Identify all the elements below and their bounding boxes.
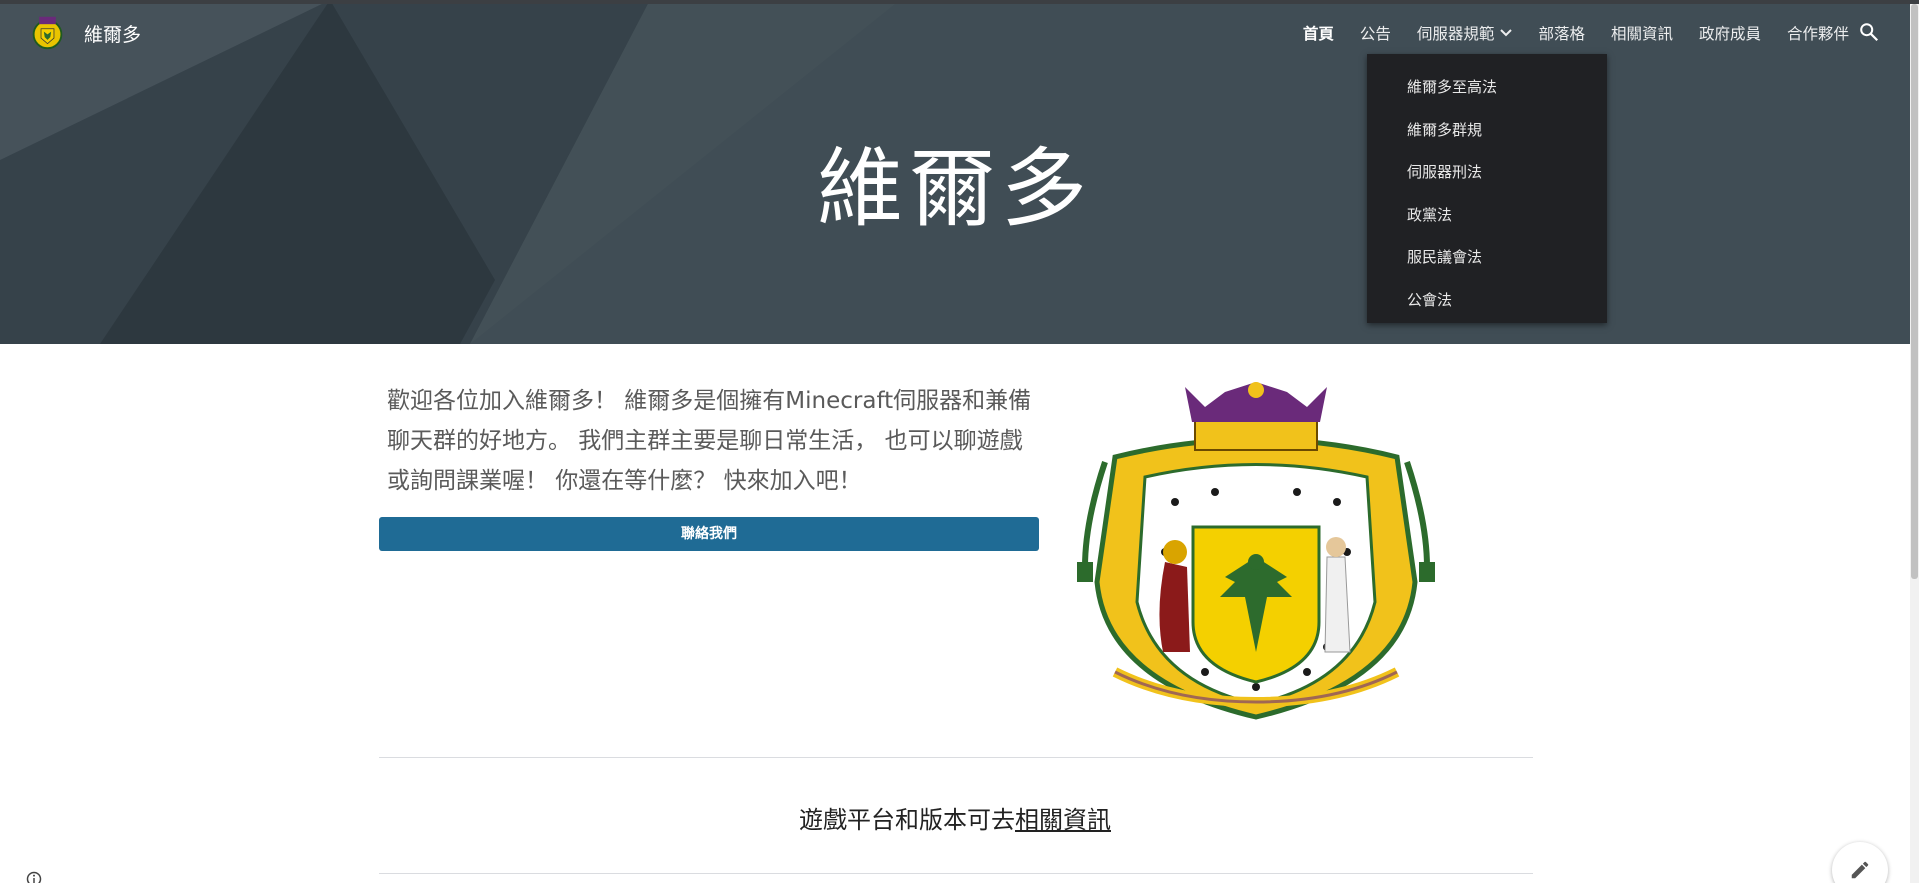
coat-of-arms-image bbox=[1077, 382, 1435, 720]
section-divider-bottom bbox=[379, 873, 1533, 874]
scrollbar-thumb[interactable] bbox=[1911, 4, 1918, 579]
site-name[interactable]: 維爾多 bbox=[84, 20, 141, 47]
intro-text: 歡迎各位加入維爾多！ 維爾多是個擁有Minecraft伺服器和兼備聊天群的好地方… bbox=[387, 388, 1032, 494]
hero-title: 維爾多 bbox=[817, 139, 1093, 239]
nav-item-home[interactable]: 首頁 bbox=[1290, 22, 1347, 44]
browser-top-border bbox=[0, 0, 1919, 4]
dropdown-item-criminal-law[interactable]: 伺服器刑法 bbox=[1367, 151, 1607, 194]
dropdown-item-group-rules[interactable]: 維爾多群規 bbox=[1367, 109, 1607, 152]
nav-item-announcements[interactable]: 公告 bbox=[1347, 22, 1404, 44]
nav-item-label: 首頁 bbox=[1302, 25, 1334, 43]
nav-item-government[interactable]: 政府成員 bbox=[1686, 22, 1774, 44]
pencil-icon bbox=[1851, 861, 1869, 879]
nav-item-related-info[interactable]: 相關資訊 bbox=[1598, 22, 1686, 44]
dropdown-item-assembly-law[interactable]: 服民議會法 bbox=[1367, 236, 1607, 279]
nav-item-server-rules[interactable]: 伺服器規範 bbox=[1404, 22, 1526, 44]
server-rules-dropdown: 維爾多至高法 維爾多群規 伺服器刑法 政黨法 服民議會法 公會法 bbox=[1367, 54, 1607, 323]
related-info-link[interactable]: 相關資訊 bbox=[1015, 806, 1111, 834]
search-icon[interactable] bbox=[1858, 21, 1880, 43]
top-navigation: 維爾多 首頁 公告 伺服器規範 部落格 相關資訊 政府成員 合作夥伴 bbox=[0, 4, 1910, 62]
nav-menu: 首頁 公告 伺服器規範 部落格 相關資訊 政府成員 合作夥伴 bbox=[1290, 22, 1862, 44]
section-divider bbox=[379, 757, 1533, 758]
nav-item-blog[interactable]: 部落格 bbox=[1525, 22, 1598, 44]
dropdown-item-supreme-law[interactable]: 維爾多至高法 bbox=[1367, 66, 1607, 109]
dropdown-item-party-law[interactable]: 政黨法 bbox=[1367, 194, 1607, 237]
nav-item-label: 政府成員 bbox=[1698, 25, 1761, 43]
chevron-down-icon bbox=[1500, 29, 1513, 37]
platform-info-line: 遊戲平台和版本可去相關資訊 bbox=[0, 800, 1910, 835]
nav-item-label: 伺服器規範 bbox=[1416, 25, 1495, 43]
dropdown-item-guild-law[interactable]: 公會法 bbox=[1367, 279, 1607, 322]
info-icon[interactable] bbox=[26, 871, 42, 883]
nav-item-label: 公告 bbox=[1359, 25, 1391, 43]
nav-item-label: 相關資訊 bbox=[1610, 25, 1673, 43]
contact-us-button[interactable]: 聯絡我們 bbox=[379, 517, 1039, 551]
nav-item-partners[interactable]: 合作夥伴 bbox=[1774, 22, 1862, 44]
nav-item-label: 合作夥伴 bbox=[1786, 25, 1849, 43]
platform-info-text: 遊戲平台和版本可去 bbox=[799, 806, 1015, 834]
edit-button[interactable] bbox=[1832, 842, 1888, 883]
nav-item-label: 部落格 bbox=[1538, 25, 1585, 43]
site-logo-icon[interactable] bbox=[29, 14, 66, 51]
